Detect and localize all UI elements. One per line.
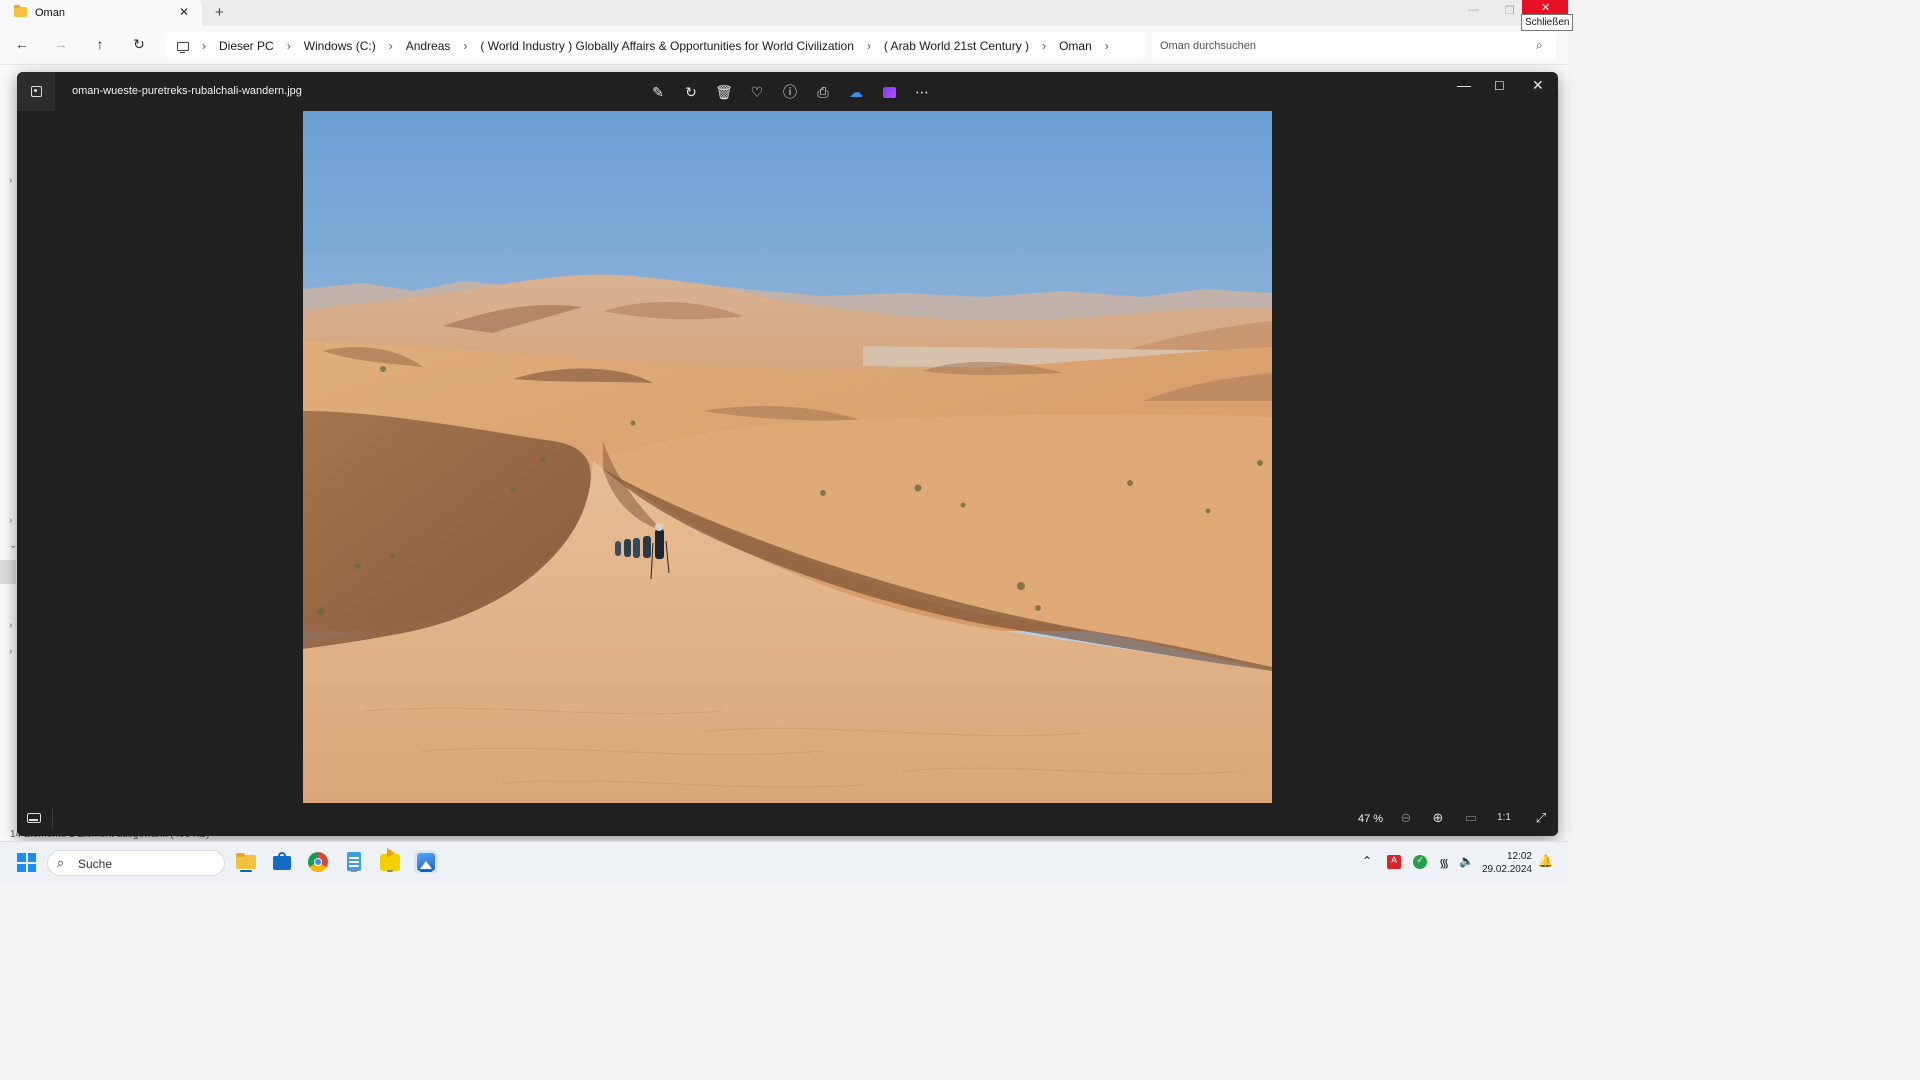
chevron-right-icon[interactable]: › [1105,39,1109,53]
breadcrumb-item[interactable]: ( Arab World 21st Century ) [884,39,1029,53]
minimize-icon[interactable]: — [1468,4,1479,16]
viewer-close-icon[interactable]: ✕ [1532,77,1544,94]
tab-close-icon[interactable]: ✕ [179,5,189,19]
divider [52,809,53,829]
running-indicator [420,870,432,872]
acrobat-tray-icon[interactable]: A [1387,855,1401,869]
chevron-right-icon[interactable]: › [389,39,393,53]
zoom-in-icon[interactable]: ⊕ [1429,810,1447,826]
viewer-maximize-icon[interactable]: ☐ [1494,79,1505,93]
viewer-bottom-bar: 47 % ⊖ ⊕ ▭ 1:1 ⤢ [17,803,1558,836]
print-icon[interactable]: ⎙ [812,81,834,103]
more-options-icon[interactable]: ⋯ [911,81,933,103]
clipchamp-icon[interactable] [878,81,900,103]
taskbar-search[interactable]: ⌕ Suche [47,850,225,876]
show-hidden-icons-chevron-icon[interactable]: ⌃ [1362,854,1372,868]
chevron-right-icon[interactable]: › [463,39,467,53]
file-explorer-icon[interactable] [234,850,258,874]
onedrive-icon[interactable]: ☁ [845,81,867,103]
volume-icon[interactable]: 🔈 [1459,854,1474,868]
breadcrumb-item[interactable]: Dieser PC [219,39,274,53]
system-clock[interactable]: 12:02 29.02.2024 [1480,850,1532,876]
zoom-level[interactable]: 47 % [1358,813,1383,825]
edit-image-icon[interactable]: ✎ [647,81,669,103]
photos-viewer-window: oman-wueste-puretreks-rubalchali-wandern… [17,72,1558,836]
start-button[interactable] [17,853,36,872]
refresh-button[interactable]: ↻ [129,36,149,53]
breadcrumb-item[interactable]: ( World Industry ) Globally Affairs & Op… [480,39,853,53]
photos-app-icon[interactable] [17,72,55,111]
this-pc-icon [177,41,189,53]
search-icon: ⌕ [57,855,65,870]
security-tray-icon[interactable]: ✓ [1413,855,1427,869]
chevron-right-icon[interactable]: › [202,39,206,53]
up-button[interactable]: ↑ [90,36,110,52]
clock-time: 12:02 [1506,851,1532,862]
close-tooltip: Schließen [1521,14,1574,31]
viewer-toolbar: ✎ ↻ 🗑 ♡ ⓘ ⎙ ☁ ⋯ [647,81,933,103]
forward-button[interactable]: → [51,36,71,52]
address-bar[interactable]: › Dieser PC › Windows (C:) › Andreas › (… [165,32,1145,60]
address-row: ← → ↑ ↻ › Dieser PC › Windows (C:) › And… [0,27,1568,65]
tab-title: Oman [35,7,65,19]
breadcrumb-item[interactable]: Oman [1059,39,1092,53]
desert-dunes-image [303,111,1272,803]
microsoft-store-icon[interactable] [270,850,294,874]
breadcrumb-item[interactable]: Andreas [406,39,451,53]
info-icon[interactable]: ⓘ [779,81,801,103]
breadcrumb: › Dieser PC › Windows (C:) › Andreas › (… [175,39,1122,53]
breadcrumb-item[interactable]: Windows (C:) [304,39,376,53]
restore-icon[interactable]: ❐ [1505,4,1515,17]
zoom-out-icon[interactable]: ⊖ [1397,810,1415,826]
fit-to-window-icon[interactable]: ▭ [1462,810,1480,826]
fullscreen-icon[interactable]: ⤢ [1532,810,1550,826]
close-icon: ✕ [1541,2,1551,14]
search-icon: ⌕ [1536,38,1543,52]
actual-size-icon[interactable]: 1:1 [1495,812,1513,823]
expand-chevron-icon[interactable]: › [9,646,12,657]
notepad-icon[interactable] [342,850,366,874]
taskbar-search-label: Suche [78,857,113,871]
favorite-heart-icon[interactable]: ♡ [746,81,768,103]
tab-bar: Oman ✕ + — ❐ ✕ Schließen [0,0,1574,31]
chrome-icon[interactable] [306,850,330,874]
viewer-minimize-icon[interactable]: — [1457,77,1471,93]
tab-oman[interactable]: Oman ✕ [0,0,202,27]
new-tab-button[interactable]: + [215,4,224,21]
search-input[interactable]: Oman durchsuchen [1160,40,1256,52]
expand-chevron-icon[interactable]: › [9,175,12,186]
running-indicator [240,870,252,872]
window-close-button[interactable]: ✕ [1522,0,1568,14]
delete-icon[interactable]: 🗑 [713,81,735,103]
chevron-right-icon[interactable]: › [287,39,291,53]
rotate-icon[interactable]: ↻ [680,81,702,103]
wifi-icon[interactable]: ᯾ [1439,854,1449,871]
expand-chevron-icon[interactable]: › [9,515,12,526]
viewer-titlebar: oman-wueste-puretreks-rubalchali-wandern… [17,72,1558,111]
folder-icon [14,5,27,17]
search-box[interactable]: Oman durchsuchen ⌕ [1152,32,1556,60]
notification-bell-icon[interactable]: 🔔 [1538,854,1553,868]
plex-player-icon[interactable] [378,848,402,874]
file-name: oman-wueste-puretreks-rubalchali-wandern… [72,85,302,97]
chevron-right-icon[interactable]: › [867,39,871,53]
expand-chevron-icon[interactable]: › [9,620,12,631]
running-indicator [351,870,357,872]
chevron-right-icon[interactable]: › [1042,39,1046,53]
taskbar: ⌕ Suche ⌃ A ✓ ᯾ 🔈 12:02 29.02.2024 🔔 [0,841,1568,882]
desert-photo[interactable] [303,111,1272,803]
filmstrip-toggle-icon[interactable] [27,813,41,823]
clock-date: 29.02.2024 [1481,864,1532,875]
photos-app-icon[interactable] [414,850,438,874]
running-indicator [387,870,393,872]
back-button[interactable]: ← [12,36,32,52]
selected-nav-item[interactable] [0,560,16,584]
